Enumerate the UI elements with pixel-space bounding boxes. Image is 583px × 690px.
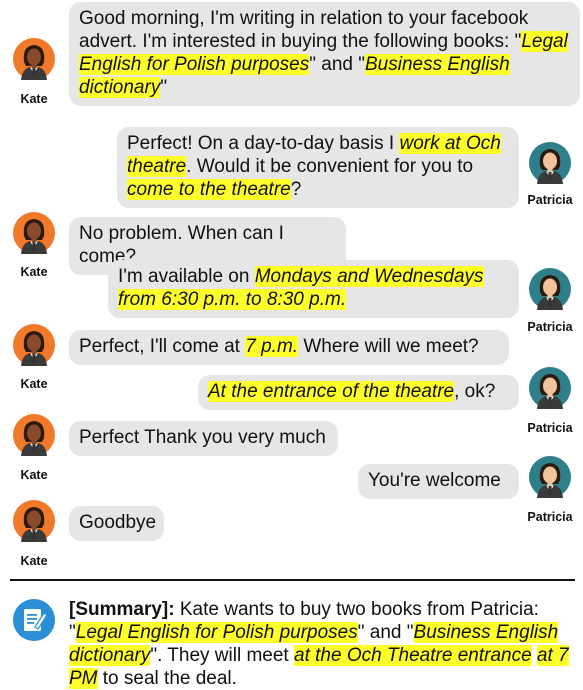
chat-bubble-patricia: I'm available on Mondays and Wednesdays … (108, 260, 519, 318)
kate-avatar (13, 324, 55, 366)
chat-bubble-patricia: Perfect! On a day-to-day basis I work at… (117, 127, 519, 208)
speaker-name: Kate (20, 554, 48, 568)
speaker-name: Kate (20, 92, 48, 106)
message-text: ? (290, 179, 302, 200)
chat-bubble-kate: Good morning, I'm writing in relation to… (69, 2, 580, 106)
summary-text: [Summary]: Kate wants to buy two books f… (69, 598, 577, 690)
speaker-name: Patricia (527, 320, 573, 334)
message-text: " and " (357, 622, 414, 643)
highlighted-text: Legal English for Polish purposes (75, 622, 358, 643)
kate-avatar (13, 38, 55, 80)
message-text: Perfect! On a day-to-day basis I (127, 133, 400, 154)
message-text: Goodbye (79, 512, 157, 533)
chat-bubble-kate: Perfect, I'll come at 7 p.m. Where will … (69, 330, 509, 365)
speaker-name: Patricia (527, 193, 573, 207)
kate-avatar (13, 414, 55, 456)
highlighted-text: 7 p.m. (245, 336, 299, 357)
speaker-name: Kate (20, 377, 48, 391)
chat-bubble-kate: Perfect Thank you very much (69, 421, 338, 456)
chat-bubble-patricia: At the entrance of the theatre, ok? (198, 375, 519, 410)
patricia-avatar (529, 268, 571, 310)
highlighted-text: come to the theatre (127, 179, 291, 200)
speaker-name: Patricia (527, 510, 573, 524)
message-text: Perfect Thank you very much (79, 427, 326, 448)
message-text: Where will we meet? (298, 336, 479, 357)
message-text: Perfect, I'll come at (79, 336, 246, 357)
message-text: I'm available on (118, 266, 255, 287)
message-text: . Would it be convenient for you to (186, 156, 474, 177)
summary-label: [Summary]: (69, 599, 175, 620)
message-text: , ok? (454, 381, 496, 402)
notepad-pen-icon (13, 599, 55, 641)
message-text: " (160, 77, 168, 98)
patricia-avatar (529, 367, 571, 409)
kate-avatar (13, 212, 55, 254)
message-text: " and " (309, 54, 365, 75)
highlighted-text: at the Och Theatre entrance (294, 645, 532, 666)
message-text: ". They will meet (150, 645, 294, 666)
speaker-name: Patricia (527, 421, 573, 435)
message-text: You're welcome (368, 470, 501, 491)
kate-avatar (13, 500, 55, 542)
summary-divider (10, 579, 575, 581)
speaker-name: Kate (20, 265, 48, 279)
highlighted-text: At the entrance of the theatre (208, 381, 455, 402)
message-text: Good morning, I'm writing in relation to… (79, 8, 529, 52)
patricia-avatar (529, 142, 571, 184)
chat-bubble-kate: Goodbye (69, 506, 164, 541)
chat-bubble-patricia: You're welcome (358, 464, 519, 499)
speaker-name: Kate (20, 468, 48, 482)
patricia-avatar (529, 456, 571, 498)
